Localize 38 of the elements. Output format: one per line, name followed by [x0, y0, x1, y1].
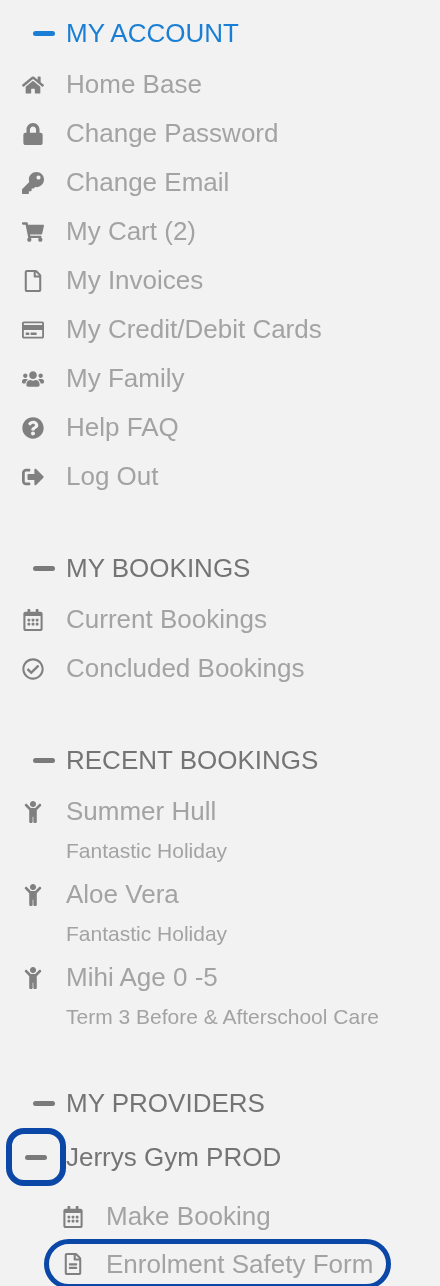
calendar-icon: [22, 608, 44, 631]
child-icon: [22, 883, 44, 906]
menu-link[interactable]: Change Password: [66, 118, 279, 149]
question-icon: [22, 416, 44, 439]
menu-link[interactable]: Enrolment Safety Form: [44, 1239, 392, 1286]
menu-link[interactable]: My Cart (2): [66, 216, 196, 247]
document-icon: [22, 269, 44, 292]
menu-link[interactable]: My Family: [66, 363, 185, 394]
booking-detail: Term 3 Before & Afterschool Care: [66, 1004, 380, 1030]
menu-link[interactable]: Log Out: [66, 461, 159, 492]
child-icon: [22, 800, 44, 823]
menu-link[interactable]: Help FAQ: [66, 412, 179, 443]
booking-detail: Fantastic Holiday: [66, 921, 229, 947]
booking-detail: Fantastic Holiday: [66, 838, 229, 864]
menu-link[interactable]: My Credit/Debit Cards: [66, 314, 322, 345]
cart-icon: [22, 220, 44, 243]
section-title[interactable]: RECENT BOOKINGS: [66, 744, 319, 776]
calendar-icon: [62, 1205, 84, 1228]
menu-link[interactable]: Make Booking: [62, 1194, 440, 1239]
key-icon: [22, 171, 44, 194]
menu-link[interactable]: Change Email: [66, 167, 230, 198]
lock-icon: [22, 122, 44, 145]
menu-link[interactable]: Home Base: [66, 69, 202, 100]
menu-link[interactable]: Aloe Vera: [66, 879, 179, 910]
home-icon: [22, 73, 44, 96]
menu-link[interactable]: Concluded Bookings: [66, 653, 305, 684]
menu-link[interactable]: Current Bookings: [66, 604, 267, 635]
menu-link[interactable]: Mihi Age 0 -5: [66, 962, 218, 993]
child-icon: [22, 966, 44, 989]
provider-name[interactable]: Jerrys Gym PROD: [66, 1141, 282, 1173]
document-icon: [62, 1253, 84, 1275]
section-title[interactable]: MY PROVIDERS: [66, 1087, 265, 1119]
credit-card-icon: [22, 318, 44, 341]
menu-link[interactable]: My Invoices: [66, 265, 204, 296]
section-title[interactable]: MY BOOKINGS: [66, 552, 251, 584]
section-title[interactable]: MY ACCOUNT: [66, 17, 239, 49]
menu-link[interactable]: Summer Hull: [66, 796, 217, 827]
collapse-toggle[interactable]: [6, 1128, 66, 1186]
